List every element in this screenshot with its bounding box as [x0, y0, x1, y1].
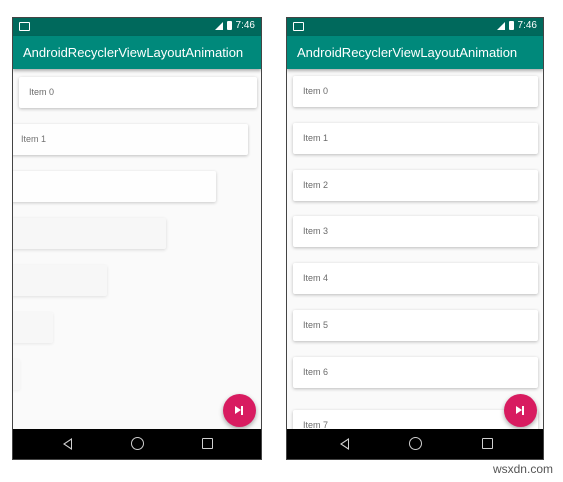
list-item[interactable]: Item 1: [293, 123, 538, 154]
list-item[interactable]: Item 0: [293, 76, 538, 107]
status-bar: 7:46: [287, 18, 543, 36]
fab-button[interactable]: [223, 394, 256, 427]
list-item[interactable]: Item 4: [293, 263, 538, 294]
navigation-bar: [287, 429, 543, 459]
notification-icon: [19, 22, 30, 31]
back-triangle-icon[interactable]: [63, 438, 72, 450]
app-bar: AndroidRecyclerViewLayoutAnimation: [287, 36, 543, 69]
recycler-view[interactable]: Item 0 Item 1: [13, 69, 261, 429]
left-phone-screen: 7:46 AndroidRecyclerViewLayoutAnimation …: [12, 17, 262, 460]
list-item[interactable]: Item 6: [293, 357, 538, 388]
list-item[interactable]: [13, 171, 216, 202]
status-time: 7:46: [235, 20, 255, 31]
fab-button[interactable]: [504, 394, 537, 427]
home-circle-icon[interactable]: [131, 437, 144, 450]
recycler-view[interactable]: Item 0 Item 1 Item 2 Item 3 Item 4 Item …: [287, 69, 543, 429]
app-title: AndroidRecyclerViewLayoutAnimation: [23, 45, 244, 60]
recents-square-icon[interactable]: [202, 438, 213, 449]
list-item[interactable]: Item 5: [293, 310, 538, 341]
list-item[interactable]: Item 0: [19, 77, 257, 108]
list-item-label: Item 6: [303, 367, 329, 377]
status-time: 7:46: [517, 20, 537, 31]
signal-icon: [496, 21, 505, 30]
recents-square-icon[interactable]: [482, 438, 493, 449]
list-item-label: Item 7: [303, 420, 329, 429]
list-item-label: Item 5: [303, 320, 329, 330]
notification-icon: [293, 22, 304, 31]
list-item-label: Item 1: [303, 133, 329, 143]
list-item[interactable]: Item 7: [293, 410, 538, 429]
list-item[interactable]: [13, 359, 20, 390]
watermark-text: wsxdn.com: [492, 462, 553, 476]
list-item-label: Item 2: [303, 180, 329, 190]
list-item[interactable]: Item 1: [13, 124, 248, 155]
list-item[interactable]: Item 3: [293, 216, 538, 247]
list-item-label: Item 4: [303, 273, 329, 283]
list-item[interactable]: [13, 218, 166, 249]
right-phone-screen: 7:46 AndroidRecyclerViewLayoutAnimation …: [286, 17, 544, 460]
app-bar: AndroidRecyclerViewLayoutAnimation: [13, 36, 261, 69]
back-triangle-icon[interactable]: [340, 438, 349, 450]
list-item-label: Item 0: [29, 87, 55, 97]
battery-icon: [508, 21, 514, 30]
signal-icon: [214, 21, 223, 30]
navigation-bar: [13, 429, 261, 459]
list-item-label: Item 1: [21, 134, 47, 144]
app-title: AndroidRecyclerViewLayoutAnimation: [297, 45, 518, 60]
list-item-label: Item 3: [303, 226, 329, 236]
status-bar: 7:46: [13, 18, 261, 36]
list-item[interactable]: Item 2: [293, 170, 538, 201]
list-item-label: Item 0: [303, 86, 329, 96]
list-item[interactable]: [13, 312, 53, 343]
battery-icon: [226, 21, 232, 30]
home-circle-icon[interactable]: [409, 437, 422, 450]
list-item[interactable]: [13, 265, 107, 296]
